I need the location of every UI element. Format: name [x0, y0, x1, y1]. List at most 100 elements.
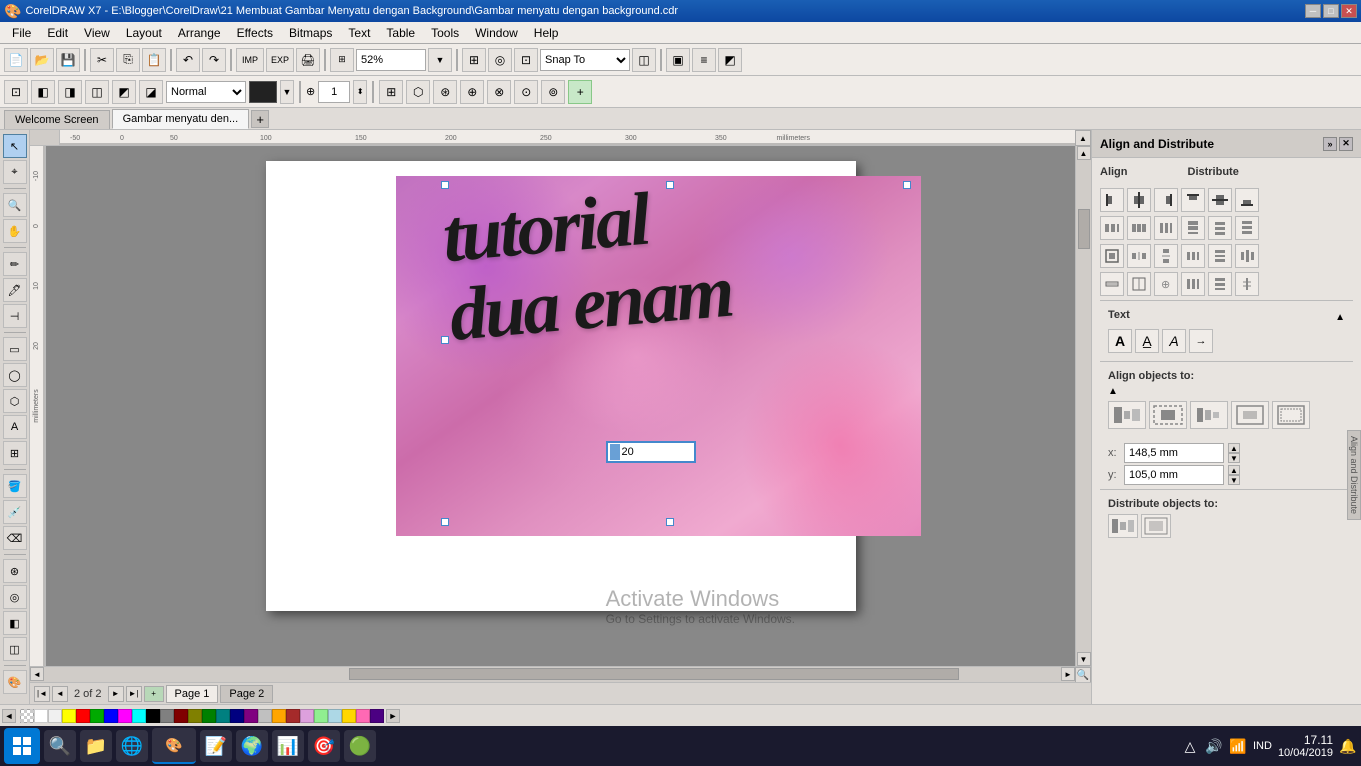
coreldraw-taskbar[interactable]: 🎨 [152, 728, 196, 764]
maximize-button[interactable]: □ [1323, 4, 1339, 18]
panel-expand-btn[interactable]: » [1323, 137, 1337, 151]
options-btn[interactable]: ≡ [692, 48, 716, 72]
color-swatch-indigo[interactable] [370, 709, 384, 723]
color-swatch-blue[interactable] [104, 709, 118, 723]
tb2-btn6[interactable]: ◪ [139, 80, 163, 104]
dist-to-selection[interactable] [1108, 514, 1138, 538]
color-swatch-gold[interactable] [342, 709, 356, 723]
menu-file[interactable]: File [4, 24, 39, 42]
dist-extra4[interactable] [1181, 272, 1205, 296]
tool-text[interactable]: A [3, 415, 27, 439]
tool-smart-draw[interactable]: 🖊 [3, 278, 27, 302]
x-input[interactable] [1124, 443, 1224, 463]
color-swatch-ltgray[interactable] [48, 709, 62, 723]
color-swatch-navy[interactable] [230, 709, 244, 723]
minimize-button[interactable]: ─ [1305, 4, 1321, 18]
y-spin-up[interactable]: ▲ [1228, 465, 1240, 475]
menu-bitmaps[interactable]: Bitmaps [281, 24, 340, 42]
word-taskbar[interactable]: 📊 [272, 730, 304, 762]
menu-tools[interactable]: Tools [423, 24, 467, 42]
fill-color-arrow[interactable]: ▼ [280, 80, 294, 104]
opacity-spinner[interactable]: ⬍ [353, 80, 367, 104]
vscroll-down-bottom[interactable]: ▼ [1077, 652, 1091, 666]
align-to-selection[interactable] [1108, 401, 1146, 429]
menu-table[interactable]: Table [378, 24, 423, 42]
cut-button[interactable]: ✂ [90, 48, 114, 72]
tool-rect[interactable]: ▭ [3, 337, 27, 361]
text-align-A1[interactable]: A [1108, 329, 1132, 353]
color-swatch-ltblue[interactable] [328, 709, 342, 723]
menu-effects[interactable]: Effects [229, 24, 281, 42]
x-spin-up[interactable]: ▲ [1228, 443, 1240, 453]
text-section-collapse[interactable]: ▲ [1335, 312, 1345, 323]
align-right-btn[interactable] [1154, 188, 1178, 212]
color-swatch-gray[interactable] [160, 709, 174, 723]
dist-extra2-btn[interactable] [1208, 244, 1232, 268]
page-tab-2[interactable]: Page 2 [220, 685, 273, 703]
app5-taskbar[interactable]: 🎯 [308, 730, 340, 762]
color-swatch-red[interactable] [76, 709, 90, 723]
align-spread-h-btn[interactable] [1127, 244, 1151, 268]
menu-help[interactable]: Help [526, 24, 567, 42]
sys-tray-arrow[interactable]: △ [1181, 737, 1199, 755]
tb2-btn2[interactable]: ◧ [31, 80, 55, 104]
tab-add-button[interactable]: + [251, 110, 269, 128]
vscroll-track[interactable] [1077, 160, 1091, 652]
hscroll-track[interactable] [44, 667, 1061, 681]
color-swatch-brown[interactable] [286, 709, 300, 723]
menu-layout[interactable]: Layout [118, 24, 170, 42]
tb2-extra1[interactable]: ⊞ [379, 80, 403, 104]
text-align-A4[interactable]: → [1189, 329, 1213, 353]
start-button[interactable] [4, 728, 40, 764]
tool-freehand[interactable]: ✏ [3, 252, 27, 276]
align-to-margin[interactable] [1272, 401, 1310, 429]
x-spin-down[interactable]: ▼ [1228, 453, 1240, 463]
tool-ellipse[interactable]: ◯ [3, 363, 27, 387]
menu-arrange[interactable]: Arrange [170, 24, 229, 42]
tool-polygon[interactable]: ⬡ [3, 389, 27, 413]
align-top-btn[interactable] [1181, 188, 1205, 212]
canvas-scroll-area[interactable]: tutorial dua enam 20 [46, 146, 1075, 666]
tool-table[interactable]: ⊞ [3, 441, 27, 465]
color-swatch-plum[interactable] [300, 709, 314, 723]
print-button[interactable]: 🖨 [296, 48, 320, 72]
save-button[interactable]: 💾 [56, 48, 80, 72]
tool-pan[interactable]: ✋ [3, 219, 27, 243]
zoom-input[interactable] [356, 49, 426, 71]
dist-extra3-btn[interactable] [1235, 244, 1259, 268]
page-last[interactable]: ►| [126, 686, 142, 702]
tb2-extra3[interactable]: ⊛ [433, 80, 457, 104]
align-to-smallest[interactable] [1190, 401, 1228, 429]
notepad-taskbar[interactable]: 📝 [200, 730, 232, 762]
redo-button[interactable]: ↷ [202, 48, 226, 72]
hscroll-thumb[interactable] [349, 668, 959, 680]
palette-scroll-right[interactable]: ► [386, 709, 400, 723]
text-align-A2[interactable]: A̲ [1135, 329, 1159, 353]
tool-eyedropper[interactable]: 💉 [3, 500, 27, 524]
import-button[interactable]: IMP [236, 48, 264, 72]
color-swatch-cyan[interactable] [132, 709, 146, 723]
dist-extra5[interactable] [1208, 272, 1232, 296]
sys-clock[interactable]: 17.11 10/04/2019 [1278, 733, 1333, 759]
side-panel-tab[interactable]: Align and Distribute [1347, 430, 1361, 520]
panel-close-btn[interactable]: ✕ [1339, 137, 1353, 151]
tool-zoom[interactable]: 🔍 [3, 193, 27, 217]
tab-welcome[interactable]: Welcome Screen [4, 110, 110, 129]
publish-btn[interactable]: ◩ [718, 48, 742, 72]
page-tab-1[interactable]: Page 1 [166, 685, 219, 703]
snap-btn2[interactable]: ◫ [632, 48, 656, 72]
color-swatch-magenta[interactable] [118, 709, 132, 723]
zoom-expand-button[interactable]: ▼ [428, 48, 452, 72]
tb2-extra6[interactable]: ⊙ [514, 80, 538, 104]
blend-mode-select[interactable]: Normal [166, 81, 246, 103]
dist-to-page[interactable] [1141, 514, 1171, 538]
browser-taskbar[interactable]: 🌐 [116, 730, 148, 762]
color-swatch-olive[interactable] [188, 709, 202, 723]
align-bottom-btn[interactable] [1235, 188, 1259, 212]
color-swatch-teal[interactable] [216, 709, 230, 723]
document-canvas[interactable]: tutorial dua enam 20 [396, 176, 921, 536]
snap-to-select[interactable]: Snap To [540, 49, 630, 71]
sys-tray-volume[interactable]: 🔊 [1205, 737, 1223, 755]
tool-node[interactable]: ⌖ [3, 160, 27, 184]
copy-button[interactable]: ⎘ [116, 48, 140, 72]
